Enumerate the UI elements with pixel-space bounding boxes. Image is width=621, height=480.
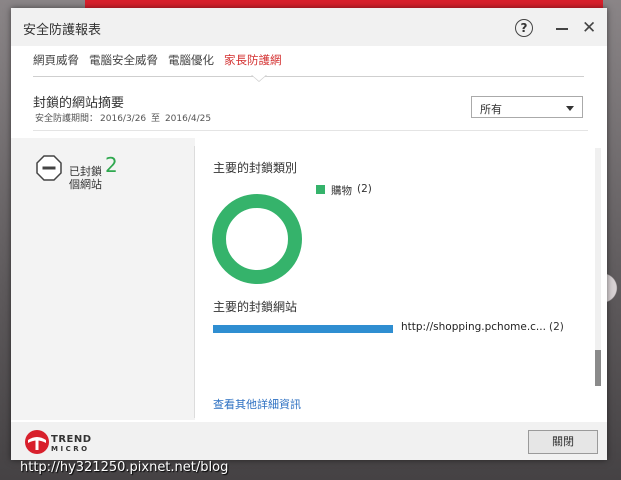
legend-swatch (316, 185, 325, 194)
legend-count: (2) (357, 183, 372, 195)
filter-dropdown-value: 所有 (480, 103, 502, 116)
divider (33, 130, 588, 131)
more-details-link[interactable]: 查看其他詳細資訊 (213, 396, 301, 412)
legend-label: 購物 (331, 185, 352, 197)
report-window: 安全防護報表 ? ✕ 網頁威脅 電腦安全威脅 電腦優化 家長防護網 封鎖的網站摘… (11, 8, 607, 460)
minimize-icon[interactable] (556, 28, 568, 30)
panel-divider (194, 146, 195, 418)
tab-pc-security[interactable]: 電腦安全威脅 (89, 52, 158, 68)
filter-dropdown[interactable]: 所有 (471, 96, 583, 118)
category-donut-chart (212, 194, 302, 284)
section-title: 封鎖的網站摘要 (33, 96, 125, 111)
site-count: (2) (549, 321, 564, 333)
brand-subname: MICRO (51, 445, 90, 453)
tab-parental-controls[interactable]: 家長防護網 (224, 52, 282, 68)
site-url: http://shopping.pchome.c... (401, 321, 546, 333)
tab-bar: 網頁威脅 電腦安全威脅 電腦優化 家長防護網 (11, 52, 607, 76)
brand-name: TREND (51, 434, 92, 445)
scrollbar-thumb[interactable] (595, 350, 601, 386)
tab-pc-optimization[interactable]: 電腦優化 (168, 52, 214, 68)
blocked-unit-label: 個網站 (69, 178, 102, 191)
close-icon[interactable]: ✕ (582, 18, 596, 38)
donut-slice-shopping (212, 194, 302, 284)
blocked-count: 2 (105, 153, 118, 177)
help-icon[interactable]: ? (515, 19, 533, 37)
close-button[interactable]: 關閉 (528, 430, 598, 454)
title-bar: 安全防護報表 ? ✕ (11, 8, 607, 46)
block-icon (36, 155, 62, 181)
tab-divider (33, 76, 584, 77)
protection-period: 安全防護期間： 2016/3/26 至 2016/4/25 (35, 114, 212, 124)
watermark: http://hy321250.pixnet.net/blog (20, 460, 229, 475)
window-title: 安全防護報表 (23, 23, 102, 38)
footer-bar (11, 422, 607, 460)
trend-micro-logo-icon (25, 430, 49, 454)
categories-heading: 主要的封鎖類別 (213, 161, 298, 175)
tab-web-threats[interactable]: 網頁威脅 (33, 52, 79, 68)
background-window-titlebar (85, 0, 603, 8)
chevron-down-icon (566, 106, 574, 111)
sites-heading: 主要的封鎖網站 (213, 300, 298, 314)
site-bar (213, 325, 393, 333)
